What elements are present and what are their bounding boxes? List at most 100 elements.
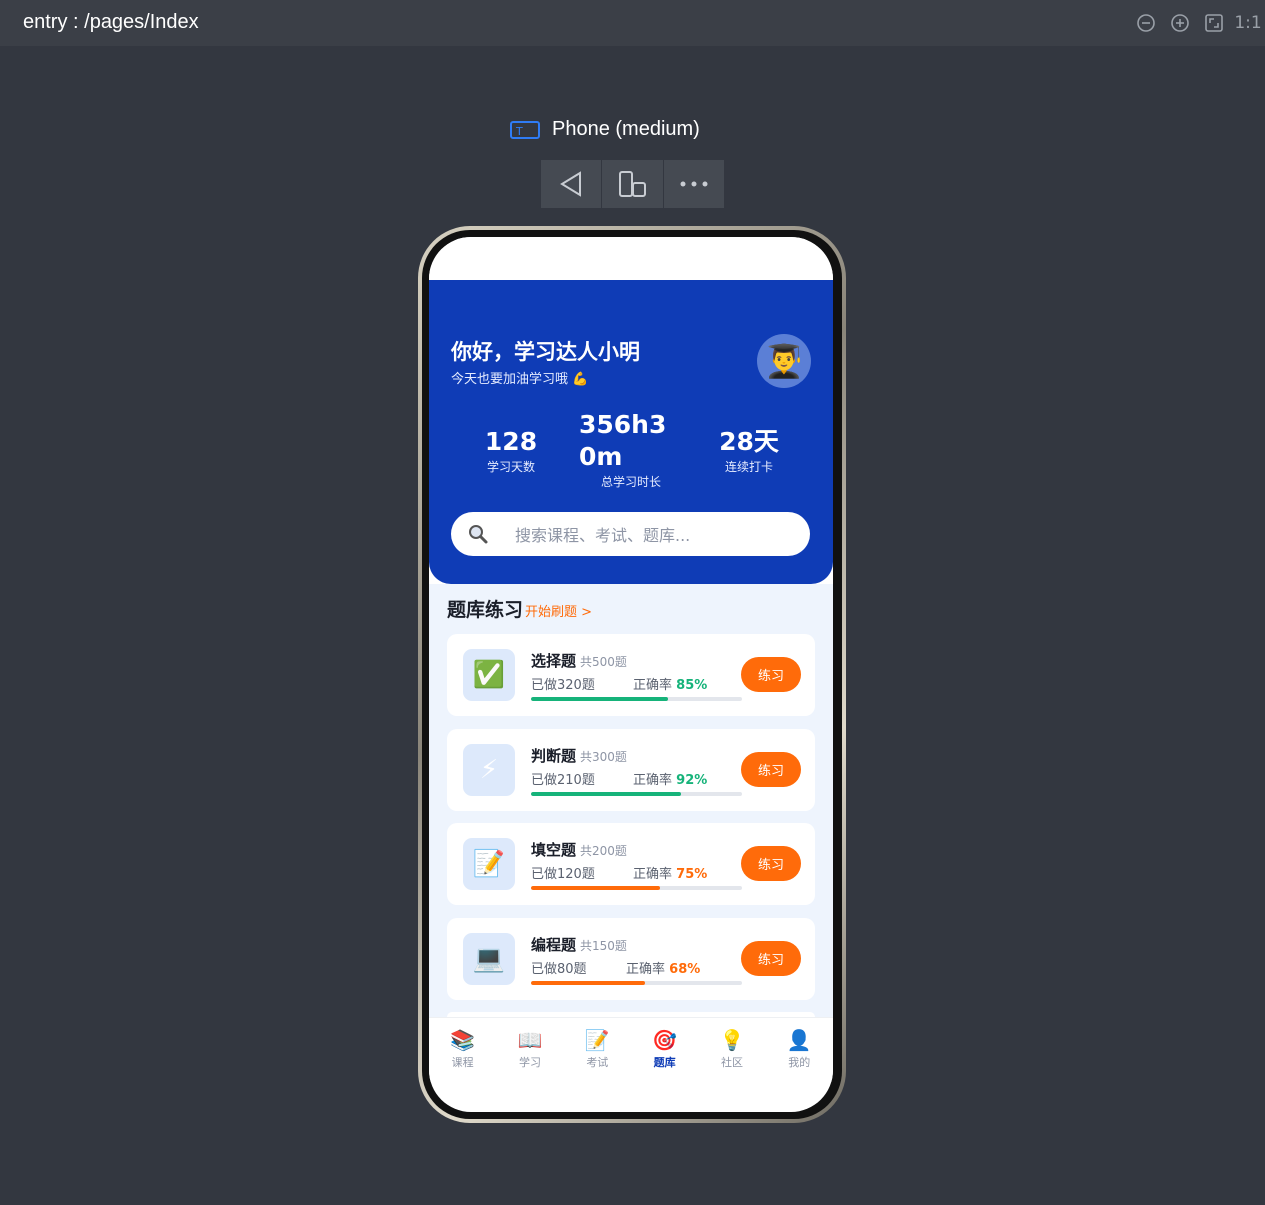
memo-icon: 📝 — [463, 838, 515, 890]
bottom-tab-bar: 📚 课程 📖 学习 📝 考试 🎯 题库 💡 社区 👤 我的 — [429, 1017, 833, 1082]
card-accuracy: 正确率 68% — [626, 962, 701, 977]
progress-fill — [531, 981, 645, 985]
practice-button[interactable]: 练习 — [741, 752, 801, 787]
back-button[interactable] — [541, 160, 603, 208]
section-title: 题库练习 — [447, 599, 524, 621]
accuracy-value: 68% — [669, 962, 701, 977]
device-label: T Phone (medium) — [510, 118, 700, 141]
progress-fill — [531, 886, 660, 890]
zoom-out-icon[interactable] — [1135, 12, 1157, 34]
card-done-count: 已做120题 — [531, 867, 595, 882]
progress-bar — [531, 886, 742, 890]
card-accuracy: 正确率 92% — [633, 773, 708, 788]
card-total: 共150题 — [580, 939, 627, 953]
device-toolbar — [541, 160, 724, 208]
card-total: 共500题 — [580, 655, 627, 669]
stat-value: 356h30m — [579, 410, 667, 471]
open-book-icon: 📖 — [517, 1028, 543, 1052]
stat-label: 学习天数 — [486, 460, 535, 474]
stat-value: 128 — [484, 427, 538, 456]
question-type-card[interactable]: ⚡ 判断题 共300题 已做210题 正确率 92% 练习 — [447, 729, 815, 811]
lightbulb-icon: 💡 — [719, 1028, 745, 1052]
progress-fill — [531, 792, 681, 796]
progress-bar — [531, 981, 742, 985]
ide-title-bar: entry : /pages/Index 1:1 — [0, 0, 1265, 46]
greeting-subtitle: 今天也要加油学习哦 💪 — [451, 372, 589, 387]
search-placeholder: 搜索课程、考试、题库... — [515, 526, 691, 545]
tab-profile[interactable]: 👤 我的 — [766, 1018, 833, 1082]
phone-frame: 你好，学习达人小明 今天也要加油学习哦 💪 👨‍🎓 128 学习天数 356h3… — [418, 226, 846, 1123]
search-icon — [469, 525, 488, 544]
search-input[interactable]: 搜索课程、考试、题库... — [451, 512, 810, 556]
rotate-icon — [619, 171, 647, 197]
preview-toolbar: 1:1 — [1135, 12, 1262, 34]
card-total: 共200题 — [580, 844, 627, 858]
avatar[interactable]: 👨‍🎓 — [757, 334, 811, 388]
tab-label: 考试 — [586, 1056, 609, 1069]
card-accuracy: 正确率 85% — [633, 678, 708, 693]
card-title: 选择题 共500题 — [531, 652, 627, 670]
more-button[interactable] — [664, 160, 724, 208]
window-title: entry : /pages/Index — [23, 11, 199, 33]
actual-size-button[interactable]: 1:1 — [1234, 12, 1261, 34]
back-icon — [560, 171, 582, 197]
user-icon: 👤 — [786, 1028, 812, 1052]
accuracy-value: 85% — [676, 678, 708, 693]
memo-icon: 📝 — [584, 1028, 610, 1052]
practice-button[interactable]: 练习 — [741, 657, 801, 692]
rotate-button[interactable] — [602, 160, 664, 208]
section-header: 题库练习 开始刷题 > — [447, 595, 592, 622]
stat-total-time: 356h30m 总学习时长 — [579, 409, 683, 490]
svg-text:T: T — [515, 125, 523, 138]
tab-study[interactable]: 📖 学习 — [496, 1018, 563, 1082]
practice-button[interactable]: 练习 — [741, 846, 801, 881]
card-title: 判断题 共300题 — [531, 747, 627, 765]
device-name: Phone (medium) — [552, 118, 700, 140]
card-total: 共300题 — [580, 750, 627, 764]
progress-fill — [531, 697, 669, 701]
progress-bar — [531, 792, 742, 796]
lightning-icon: ⚡ — [463, 744, 515, 796]
question-type-card[interactable]: 💻 编程题 共150题 已做80题 正确率 68% 练习 — [447, 918, 815, 1000]
target-icon: 🎯 — [652, 1028, 678, 1052]
stat-study-days: 128 学习天数 — [471, 426, 551, 475]
progress-bar — [531, 697, 742, 701]
tab-label: 社区 — [720, 1056, 743, 1069]
status-bar — [429, 237, 833, 281]
question-type-card[interactable]: 📝 填空题 共200题 已做120题 正确率 75% 练习 — [447, 823, 815, 905]
zoom-in-icon[interactable] — [1169, 12, 1191, 34]
card-done-count: 已做320题 — [531, 678, 595, 693]
card-title: 编程题 共150题 — [531, 936, 627, 954]
tab-exams[interactable]: 📝 考试 — [564, 1018, 631, 1082]
practice-button[interactable]: 练习 — [741, 941, 801, 976]
tab-community[interactable]: 💡 社区 — [698, 1018, 765, 1082]
accuracy-value: 92% — [676, 773, 708, 788]
card-done-count: 已做80题 — [531, 962, 587, 977]
phone-screen: 你好，学习达人小明 今天也要加油学习哦 💪 👨‍🎓 128 学习天数 356h3… — [429, 237, 833, 1112]
stat-label: 总学习时长 — [600, 475, 661, 489]
greeting-title: 你好，学习达人小明 — [451, 340, 640, 364]
tab-label: 课程 — [451, 1056, 474, 1069]
books-icon: 📚 — [450, 1028, 476, 1052]
tab-label: 我的 — [788, 1056, 811, 1069]
card-done-count: 已做210题 — [531, 773, 595, 788]
start-practice-link[interactable]: 开始刷题 > — [525, 601, 592, 620]
tab-label: 题库 — [653, 1056, 676, 1069]
stat-label: 连续打卡 — [724, 460, 773, 474]
question-type-card[interactable]: ✅ 选择题 共500题 已做320题 正确率 85% 练习 — [447, 634, 815, 716]
tab-courses[interactable]: 📚 课程 — [429, 1018, 496, 1082]
laptop-icon: 💻 — [463, 933, 515, 985]
more-icon — [680, 181, 708, 187]
stat-streak: 28天 连续打卡 — [709, 426, 789, 475]
stat-value: 28天 — [719, 427, 779, 456]
card-accuracy: 正确率 75% — [633, 867, 708, 882]
tab-question-bank[interactable]: 🎯 题库 — [631, 1018, 698, 1082]
card-title: 填空题 共200题 — [531, 841, 627, 859]
device-icon: T — [510, 120, 540, 139]
fit-screen-icon[interactable] — [1203, 12, 1225, 34]
checkbox-icon: ✅ — [463, 649, 515, 701]
phone-bezel: 你好，学习达人小明 今天也要加油学习哦 💪 👨‍🎓 128 学习天数 356h3… — [422, 230, 842, 1119]
accuracy-value: 75% — [676, 867, 708, 882]
tab-label: 学习 — [518, 1056, 541, 1069]
profile-header: 你好，学习达人小明 今天也要加油学习哦 💪 👨‍🎓 128 学习天数 356h3… — [429, 280, 833, 584]
